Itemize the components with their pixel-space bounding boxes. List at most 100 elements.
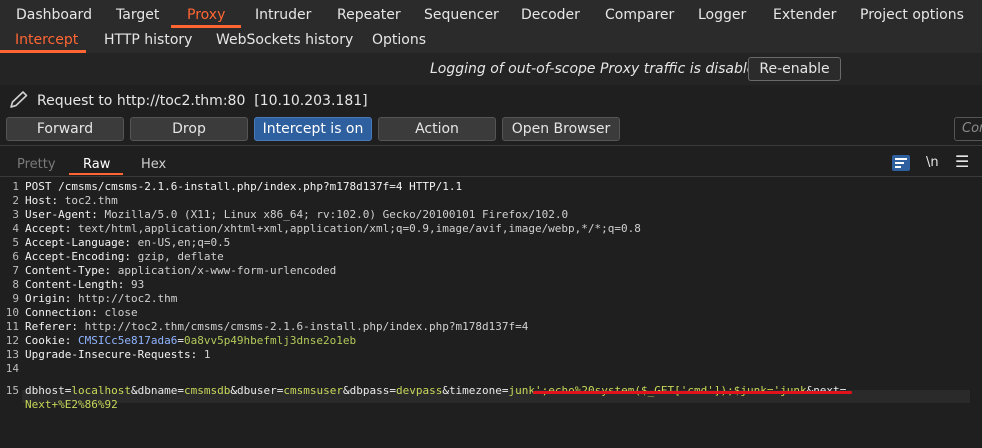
view-tab-hex[interactable]: Hex	[141, 157, 166, 172]
pencil-icon	[10, 91, 28, 108]
view-tab-raw[interactable]: Raw	[83, 157, 110, 172]
line-number: 14	[5, 362, 19, 375]
tab-project-options[interactable]: Project options	[860, 0, 964, 28]
tab-proxy[interactable]: Proxy	[187, 0, 225, 28]
request-line-text: POST /cmsms/cmsms-2.1.6-install.php/inde…	[25, 180, 463, 193]
action-button[interactable]: Action	[378, 117, 496, 141]
line-number: 12	[5, 334, 19, 347]
line-number: 9	[12, 292, 19, 305]
header-value: text/html,application/xhtml+xml,applicat…	[77, 222, 641, 235]
tab-logger[interactable]: Logger	[698, 0, 746, 28]
header-value: 93	[130, 278, 145, 291]
header-name: Accept:	[25, 222, 78, 235]
open-browser-button[interactable]: Open Browser	[502, 117, 620, 141]
tab-intruder[interactable]: Intruder	[255, 0, 311, 28]
line-content: Cookie: CMSICc5e817ada6=0a8vv5p49hbefmlj…	[25, 334, 356, 348]
tab-comparer[interactable]: Comparer	[605, 0, 674, 28]
header-value: close	[104, 306, 138, 319]
param-name: dbuser	[236, 384, 277, 397]
main-tab-bar: Dashboard Target Proxy Intruder Repeater…	[0, 0, 982, 28]
header-value: 1	[203, 348, 211, 361]
re-enable-button[interactable]: Re-enable	[748, 57, 841, 81]
line-content: Accept-Language: en-US,en;q=0.5	[25, 236, 230, 250]
line-content: User-Agent: Mozilla/5.0 (X11; Linux x86_…	[25, 208, 568, 222]
line-number: 1	[12, 180, 19, 193]
line-content: Content-Length: 93	[25, 278, 144, 292]
tab-dashboard[interactable]: Dashboard	[16, 0, 92, 28]
equals: =	[177, 334, 184, 347]
tab-options[interactable]: Options	[372, 28, 426, 52]
tab-target[interactable]: Target	[116, 0, 159, 28]
tab-decoder[interactable]: Decoder	[521, 0, 580, 28]
param-name: timezone	[448, 384, 502, 397]
param-separator: &	[442, 384, 449, 397]
drop-button[interactable]: Drop	[130, 117, 248, 141]
param-separator: &	[342, 384, 350, 397]
tab-sequencer[interactable]: Sequencer	[424, 0, 499, 28]
header-name: Cookie:	[25, 334, 78, 347]
newline-toggle-icon[interactable]: \n	[926, 155, 939, 170]
intercept-toggle-button[interactable]: Intercept is on	[254, 117, 372, 141]
tab-repeater[interactable]: Repeater	[337, 0, 401, 28]
tab-websockets-history[interactable]: WebSockets history	[216, 28, 353, 52]
payload-underline	[533, 391, 852, 394]
header-value: Mozilla/5.0 (X11; Linux x86_64; rv:102.0…	[104, 208, 569, 221]
header-name: Connection:	[25, 306, 105, 319]
param-name: dbhost	[25, 384, 65, 397]
line-content: Content-Type: application/x-www-form-url…	[25, 264, 336, 278]
header-value: toc2.thm	[64, 194, 118, 207]
equals: =	[177, 384, 184, 397]
active-view-indicator	[69, 173, 123, 175]
header-name: Content-Length:	[25, 278, 131, 291]
equals: =	[389, 384, 396, 397]
line-number: 8	[12, 278, 19, 291]
param-name: dbname	[137, 384, 178, 397]
line-content: Origin: http://toc2.thm	[25, 292, 177, 306]
header-name: Upgrade-Insecure-Requests:	[25, 348, 204, 361]
header-name: Referer:	[25, 320, 85, 333]
header-value: application/x-www-form-urlencoded	[117, 264, 337, 277]
line-number: 7	[12, 264, 19, 277]
line-number: 5	[12, 236, 19, 249]
tab-intercept[interactable]: Intercept	[15, 28, 78, 52]
forward-button[interactable]: Forward	[6, 117, 124, 141]
line-number: 2	[12, 194, 19, 207]
line-number: 6	[12, 250, 19, 263]
line-number: 4	[12, 222, 19, 235]
cookie-name: CMSICc5e817ada6	[77, 334, 178, 347]
line-content: POST /cmsms/cmsms-2.1.6-install.php/inde…	[25, 180, 462, 194]
param-value: cmsmsuser	[283, 384, 343, 397]
tab-extender[interactable]: Extender	[773, 0, 836, 28]
line-number: 3	[12, 208, 19, 221]
line-number: 10	[5, 306, 19, 319]
param-name: dbpass	[349, 384, 390, 397]
line-content: Accept: text/html,application/xhtml+xml,…	[25, 222, 641, 236]
tab-http-history[interactable]: HTTP history	[104, 28, 192, 52]
divider	[0, 145, 982, 146]
param-value: localhost	[71, 384, 131, 397]
request-target-label: Request to http://toc2.thm:80 [10.10.203…	[37, 93, 368, 109]
param-value: devpass	[395, 384, 443, 397]
header-value: gzip, deflate	[137, 250, 224, 263]
line-number: 11	[5, 320, 19, 333]
proxy-sub-tab-bar: Intercept HTTP history WebSockets histor…	[0, 28, 982, 54]
header-value: http://toc2.thm/cmsms/cmsms-2.1.6-instal…	[84, 320, 529, 333]
view-tab-pretty[interactable]: Pretty	[17, 157, 56, 172]
line-number: 13	[5, 348, 19, 361]
header-name: Accept-Language:	[25, 236, 138, 249]
line-content: Accept-Encoding: gzip, deflate	[25, 250, 224, 264]
comment-field[interactable]: Com	[954, 117, 982, 141]
hamburger-menu-icon[interactable]: ☰	[955, 152, 969, 171]
line-content: Host: toc2.thm	[25, 194, 118, 208]
header-name: Accept-Encoding:	[25, 250, 138, 263]
header-name: Host:	[25, 194, 65, 207]
param-value: Next+%E2%86%92	[25, 398, 118, 411]
banner-message: Logging of out-of-scope Proxy traffic is…	[430, 61, 765, 77]
header-name: Content-Type:	[25, 264, 118, 277]
wrap-lines-icon[interactable]	[892, 155, 910, 171]
param-separator: &	[130, 384, 138, 397]
cookie-value: 0a8vv5p49hbefmlj3dnse2o1eb	[183, 334, 357, 347]
param-separator: &	[230, 384, 237, 397]
equals: =	[501, 384, 509, 397]
header-name: User-Agent:	[25, 208, 105, 221]
